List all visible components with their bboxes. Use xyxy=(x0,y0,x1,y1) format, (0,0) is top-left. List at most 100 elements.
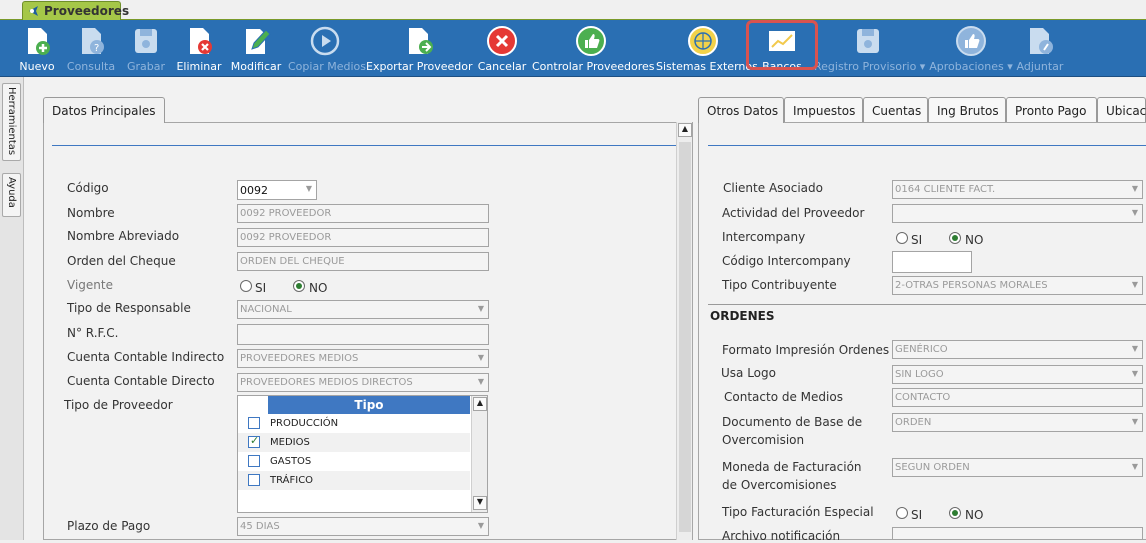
registro-provisorio-button[interactable]: Registro Provisorio ▾ xyxy=(814,20,926,77)
intercompany-no-radio[interactable] xyxy=(949,232,961,244)
orden-cheque-field[interactable]: ORDEN DEL CHEQUE xyxy=(237,252,489,271)
modificar-label: Modificar xyxy=(230,60,282,73)
side-panel-strip: Herramientas Ayuda xyxy=(0,77,24,540)
copy-media-icon xyxy=(310,26,340,56)
delete-document-icon xyxy=(190,28,212,54)
attach-document-icon xyxy=(1030,28,1053,54)
intercompany-label: Intercompany xyxy=(722,230,806,244)
tab-pronto-pago[interactable]: Pronto Pago xyxy=(1006,97,1097,122)
tipo-responsable-select[interactable]: NACIONAL xyxy=(237,300,489,319)
vigente-no-radio[interactable] xyxy=(293,280,305,292)
eliminar-button[interactable]: Eliminar xyxy=(174,20,224,77)
vigente-no-label: NO xyxy=(309,281,328,295)
cancelar-button[interactable]: Cancelar xyxy=(476,20,528,77)
nombre-abreviado-field[interactable]: 0092 PROVEEDOR xyxy=(237,228,489,247)
exportar-proveedor-button[interactable]: Exportar Proveedor xyxy=(366,20,473,77)
adjuntar-button[interactable]: Adjuntar xyxy=(1016,20,1064,77)
ordenes-section-title: ORDENES xyxy=(710,309,775,323)
svg-text:?: ? xyxy=(94,43,99,54)
cancel-icon xyxy=(487,26,517,56)
cliente-asociado-select[interactable]: 0164 CLIENTE FACT. xyxy=(892,180,1143,199)
left-scrollbar[interactable]: ▲ xyxy=(676,122,692,540)
tab-proveedores-label: Proveedores xyxy=(44,4,130,18)
tipo-contribuyente-select[interactable]: 2-OTRAS PERSONAS MORALES xyxy=(892,276,1143,295)
tipo-proveedor-list: Tipo PRODUCCIÓN MEDIOS GASTOS TRÁFICO ▲ … xyxy=(237,395,488,513)
tab-otros-datos[interactable]: Otros Datos xyxy=(698,97,784,123)
tab-datos-principales-label: Datos Principales xyxy=(52,104,156,118)
modificar-button[interactable]: Modificar xyxy=(228,20,284,77)
tab-label: Impuestos xyxy=(793,104,856,118)
usa-logo-select[interactable]: SIN LOGO xyxy=(892,365,1143,384)
grabar-button[interactable]: Grabar xyxy=(122,20,170,77)
herramientas-label: Herramientas xyxy=(6,87,17,156)
cuenta-directo-select[interactable]: PROVEEDORES MEDIOS DIRECTOS xyxy=(237,373,489,392)
rfc-field[interactable] xyxy=(237,324,489,345)
codigo-select[interactable]: 0092 xyxy=(237,180,317,200)
list-item[interactable]: PRODUCCIÓN xyxy=(238,414,470,433)
scroll-thumb[interactable] xyxy=(679,142,691,532)
produccion-checkbox[interactable] xyxy=(248,417,260,429)
aprobaciones-button[interactable]: Aprobaciones ▾ xyxy=(926,20,1016,77)
codigo-intercompany-field[interactable] xyxy=(892,251,972,273)
documento-base-select[interactable]: ORDEN xyxy=(892,413,1143,432)
vigente-si-radio[interactable] xyxy=(240,280,252,292)
tab-datos-principales[interactable]: Datos Principales xyxy=(43,97,165,123)
tab-label: Ubicac xyxy=(1106,104,1146,118)
nombre-label: Nombre xyxy=(67,206,115,220)
ayuda-side-tab[interactable]: Ayuda xyxy=(2,173,21,217)
tab-proveedores[interactable]: Proveedores xyxy=(22,1,129,20)
consulta-button[interactable]: ? Consulta xyxy=(64,20,118,77)
archivo-notificacion-label: Archivo notificación xyxy=(722,529,841,543)
registro-provisorio-label: Registro Provisorio ▾ xyxy=(814,60,926,73)
codigo-intercompany-label: Código Intercompany xyxy=(722,254,851,268)
list-item[interactable]: GASTOS xyxy=(238,452,470,471)
approval-thumbs-icon xyxy=(956,26,986,56)
ayuda-label: Ayuda xyxy=(6,177,17,208)
intercompany-si-radio[interactable] xyxy=(896,232,908,244)
intercompany-no-label: NO xyxy=(965,233,984,247)
copiar-medios-button[interactable]: Copiar Medios xyxy=(288,20,366,77)
medios-checkbox[interactable] xyxy=(248,434,260,448)
scroll-up-arrow-icon[interactable]: ▲ xyxy=(678,123,692,137)
plazo-pago-select[interactable]: 45 DIAS xyxy=(237,517,489,536)
tipo-scroll-up-icon[interactable]: ▲ xyxy=(473,397,487,411)
cuenta-indirecto-select[interactable]: PROVEEDORES MEDIOS xyxy=(237,349,489,368)
consulta-label: Consulta xyxy=(66,60,116,73)
formato-impresion-label: Formato Impresión Ordenes xyxy=(722,343,890,357)
tipo-facturacion-si-radio[interactable] xyxy=(896,507,908,519)
formato-impresion-select[interactable]: GENÉRICO xyxy=(892,340,1143,359)
query-document-icon: ? xyxy=(82,28,104,54)
nuevo-button[interactable]: Nuevo xyxy=(14,20,60,77)
actividad-label: Actividad del Proveedor xyxy=(722,206,865,220)
ordenes-divider xyxy=(708,304,1146,305)
document-tab-bar: Proveedores xyxy=(0,0,1146,20)
external-systems-icon xyxy=(688,26,718,56)
list-item[interactable]: MEDIOS xyxy=(238,433,470,452)
sistemas-externos-button[interactable]: Sistemas Externos xyxy=(656,20,758,77)
tab-ing-brutos[interactable]: Ing Brutos xyxy=(928,97,1006,122)
thumbs-up-icon xyxy=(576,26,606,56)
tab-ubicacion[interactable]: Ubicac xyxy=(1097,97,1146,122)
nuevo-label: Nuevo xyxy=(19,60,55,73)
gastos-checkbox[interactable] xyxy=(248,455,260,467)
right-divider xyxy=(708,145,1146,146)
controlar-proveedores-button[interactable]: Controlar Proveedores xyxy=(532,20,655,77)
moneda-facturacion-select[interactable]: SEGUN ORDEN xyxy=(892,458,1143,477)
tipo-facturacion-no-radio[interactable] xyxy=(949,507,961,519)
documento-base-label: Documento de Base de xyxy=(722,415,863,429)
sistemas-externos-label: Sistemas Externos xyxy=(656,60,758,73)
cuenta-directo-label: Cuenta Contable Directo xyxy=(67,374,215,388)
contacto-medios-field[interactable]: CONTACTO xyxy=(892,388,1143,407)
archivo-notificacion-field[interactable] xyxy=(892,527,1143,540)
tipo-scroll-down-icon[interactable]: ▼ xyxy=(473,496,487,510)
nombre-field[interactable]: 0092 PROVEEDOR xyxy=(237,204,489,223)
tipo-contribuyente-label: Tipo Contribuyente xyxy=(722,278,837,292)
herramientas-side-tab[interactable]: Herramientas xyxy=(2,83,21,161)
tipo-list-scrollbar[interactable]: ▲ ▼ xyxy=(471,396,487,512)
actividad-select[interactable] xyxy=(892,204,1143,223)
tab-cuentas[interactable]: Cuentas xyxy=(863,97,928,122)
tab-impuestos[interactable]: Impuestos xyxy=(784,97,863,122)
provisional-disk-icon xyxy=(857,29,879,53)
list-item[interactable]: TRÁFICO xyxy=(238,471,470,490)
trafico-checkbox[interactable] xyxy=(248,474,260,486)
